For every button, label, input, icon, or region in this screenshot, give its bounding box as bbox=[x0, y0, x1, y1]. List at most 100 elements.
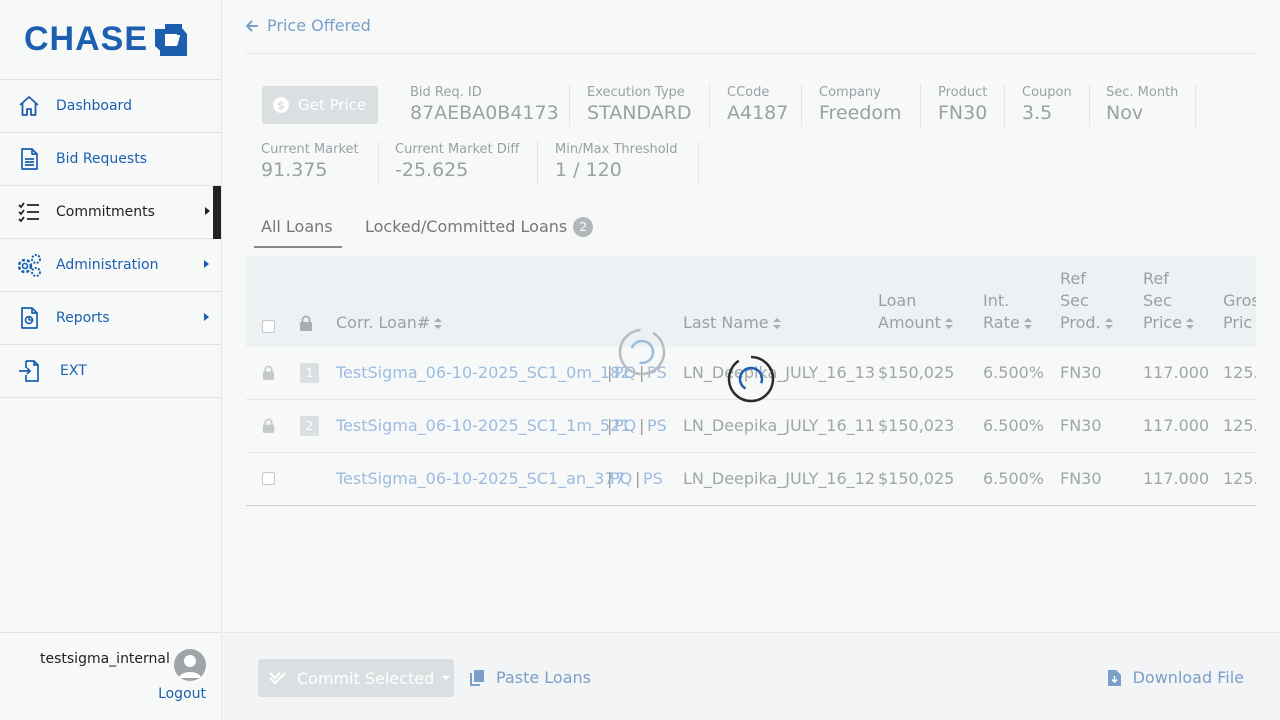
divider bbox=[1089, 84, 1090, 127]
ps-link[interactable]: PS bbox=[643, 469, 663, 488]
pq-link[interactable]: PQ bbox=[610, 469, 632, 488]
double-check-icon bbox=[269, 672, 286, 685]
header-label: Corr. Loan# bbox=[336, 313, 431, 332]
column-header-int-rate[interactable]: Int. Rate bbox=[983, 290, 1032, 334]
table-row[interactable]: TestSigma_06-10-2025_SC1_an_377 | PQ | P… bbox=[246, 453, 1256, 506]
divider bbox=[1195, 84, 1196, 127]
cell-ref-sec-price: 117.000 bbox=[1143, 363, 1210, 382]
avatar-icon[interactable] bbox=[174, 649, 206, 681]
header-label: Last Name bbox=[683, 313, 769, 332]
field-value: A4187 bbox=[727, 102, 789, 124]
cell-ref-sec-prod: FN30 bbox=[1060, 469, 1102, 488]
username: testsigma_internal bbox=[40, 651, 170, 667]
column-header-ref-sec-prod[interactable]: Ref Sec Prod. bbox=[1060, 268, 1113, 334]
row-number: 2 bbox=[300, 416, 319, 436]
divider bbox=[378, 141, 379, 184]
corr-loan-link[interactable]: TestSigma_06-10-2025_SC1_an_377 bbox=[336, 469, 625, 488]
footer-action-bar: Commit Selected Paste Loans Download Fil… bbox=[223, 632, 1280, 720]
tab-label: Locked/Committed Loans bbox=[365, 217, 568, 236]
field-value: 91.375 bbox=[261, 159, 328, 181]
divider bbox=[1004, 84, 1005, 127]
arrow-left-icon bbox=[245, 19, 258, 32]
count-badge: 2 bbox=[573, 217, 594, 237]
header-label: Ref bbox=[1143, 269, 1169, 288]
checklist-icon bbox=[16, 199, 42, 225]
field-value: 3.5 bbox=[1022, 102, 1053, 124]
table-row[interactable]: 2 TestSigma_06-10-2025_SC1_1m_521 | PQ |… bbox=[246, 400, 1256, 453]
cell-ref-sec-prod: FN30 bbox=[1060, 363, 1102, 382]
column-header-gross-price[interactable]: Gros Pric bbox=[1223, 290, 1256, 334]
field-value: FN30 bbox=[938, 102, 988, 124]
home-icon bbox=[16, 93, 42, 119]
cell-last-name: LN_Deepika_JULY_16_11 bbox=[683, 416, 875, 435]
field-label: Product bbox=[938, 85, 988, 100]
sidebar-item-administration[interactable]: Administration bbox=[0, 239, 221, 292]
sidebar-item-dashboard[interactable]: Dashboard bbox=[0, 80, 221, 133]
get-price-button[interactable]: $ Get Price bbox=[262, 86, 378, 124]
lock-icon bbox=[300, 315, 312, 331]
ps-link[interactable]: PS bbox=[647, 416, 667, 435]
commit-selected-label: Commit Selected bbox=[297, 668, 435, 688]
paste-loans-label: Paste Loans bbox=[496, 668, 591, 687]
sidebar-item-bid-requests[interactable]: Bid Requests bbox=[0, 133, 221, 186]
back-label: Price Offered bbox=[267, 16, 371, 35]
field-product: Product FN30 bbox=[938, 85, 987, 124]
download-file-button[interactable]: Download File bbox=[1107, 668, 1244, 687]
back-link[interactable]: Price Offered bbox=[245, 16, 371, 35]
paste-loans-button[interactable]: Paste Loans bbox=[470, 668, 591, 687]
column-header-loan-amount[interactable]: Loan Amount bbox=[878, 290, 953, 334]
field-company: Company Freedom bbox=[819, 85, 902, 124]
column-header-last-name[interactable]: Last Name bbox=[683, 312, 781, 334]
field-value: 87AEBA0B4173 bbox=[410, 102, 559, 124]
sidebar: CHASE Dashboard Bid Requests Commitments bbox=[0, 0, 222, 720]
field-value: STANDARD bbox=[587, 102, 692, 124]
field-value: Freedom bbox=[819, 102, 902, 124]
field-value: 1 / 120 bbox=[555, 159, 622, 181]
header-label: Sec bbox=[1060, 291, 1089, 310]
commit-selected-button[interactable]: Commit Selected bbox=[258, 659, 454, 697]
row-number: 1 bbox=[300, 363, 319, 383]
tab-locked-committed-loans[interactable]: Locked/Committed Loans 2 bbox=[365, 208, 594, 248]
cell-loan-amount: $150,025 bbox=[878, 363, 955, 382]
sidebar-item-label: Bid Requests bbox=[56, 151, 147, 167]
select-all-checkbox[interactable] bbox=[262, 320, 275, 333]
column-header-corr-loan[interactable]: Corr. Loan# bbox=[336, 312, 443, 334]
copy-icon bbox=[470, 669, 484, 686]
sidebar-item-reports[interactable]: Reports bbox=[0, 292, 221, 345]
corr-loan-link[interactable]: TestSigma_06-10-2025_SC1_0m_182 bbox=[336, 363, 630, 382]
separator: | bbox=[639, 416, 645, 435]
field-label: Current Market Diff bbox=[395, 142, 520, 157]
sidebar-item-label: EXT bbox=[60, 363, 87, 379]
divider bbox=[698, 141, 699, 184]
chevron-right-icon bbox=[204, 313, 209, 321]
cell-ref-sec-price: 117.000 bbox=[1143, 416, 1210, 435]
row-checkbox[interactable] bbox=[262, 472, 275, 485]
logout-link[interactable]: Logout bbox=[158, 686, 206, 702]
sidebar-item-label: Dashboard bbox=[56, 98, 132, 114]
sidebar-item-ext[interactable]: EXT bbox=[0, 345, 221, 398]
chase-logo[interactable]: CHASE bbox=[0, 0, 221, 80]
loading-spinner-icon bbox=[618, 328, 666, 376]
corr-loan-link[interactable]: TestSigma_06-10-2025_SC1_1m_521 bbox=[336, 416, 630, 435]
report-icon bbox=[16, 305, 42, 331]
field-min-max-threshold: Min/Max Threshold 1 / 120 bbox=[555, 142, 678, 181]
header-label: Pric bbox=[1223, 313, 1253, 332]
pq-link[interactable]: PQ bbox=[614, 416, 636, 435]
column-header-ref-sec-price[interactable]: Ref Sec Price bbox=[1143, 268, 1195, 334]
field-label: Current Market bbox=[261, 142, 359, 157]
field-label: Min/Max Threshold bbox=[555, 142, 678, 157]
loading-spinner-icon bbox=[727, 355, 775, 403]
tab-all-loans[interactable]: All Loans bbox=[254, 208, 342, 248]
caret-down-icon bbox=[442, 676, 451, 680]
divider bbox=[801, 84, 802, 127]
header-label: Amount bbox=[878, 313, 941, 332]
cell-ref-sec-price: 117.000 bbox=[1143, 469, 1210, 488]
table-header: Corr. Loan# Last Name Loan Amount Int. Rat… bbox=[246, 256, 1256, 347]
field-bid-req-id: Bid Req. ID 87AEBA0B4173 bbox=[410, 85, 559, 124]
get-price-label: Get Price bbox=[298, 96, 367, 114]
cell-loan-amount: $150,025 bbox=[878, 469, 955, 488]
sidebar-item-commitments[interactable]: Commitments bbox=[0, 186, 221, 239]
field-label: Bid Req. ID bbox=[410, 85, 482, 100]
download-file-label: Download File bbox=[1132, 668, 1244, 687]
chevron-right-icon bbox=[204, 260, 209, 268]
